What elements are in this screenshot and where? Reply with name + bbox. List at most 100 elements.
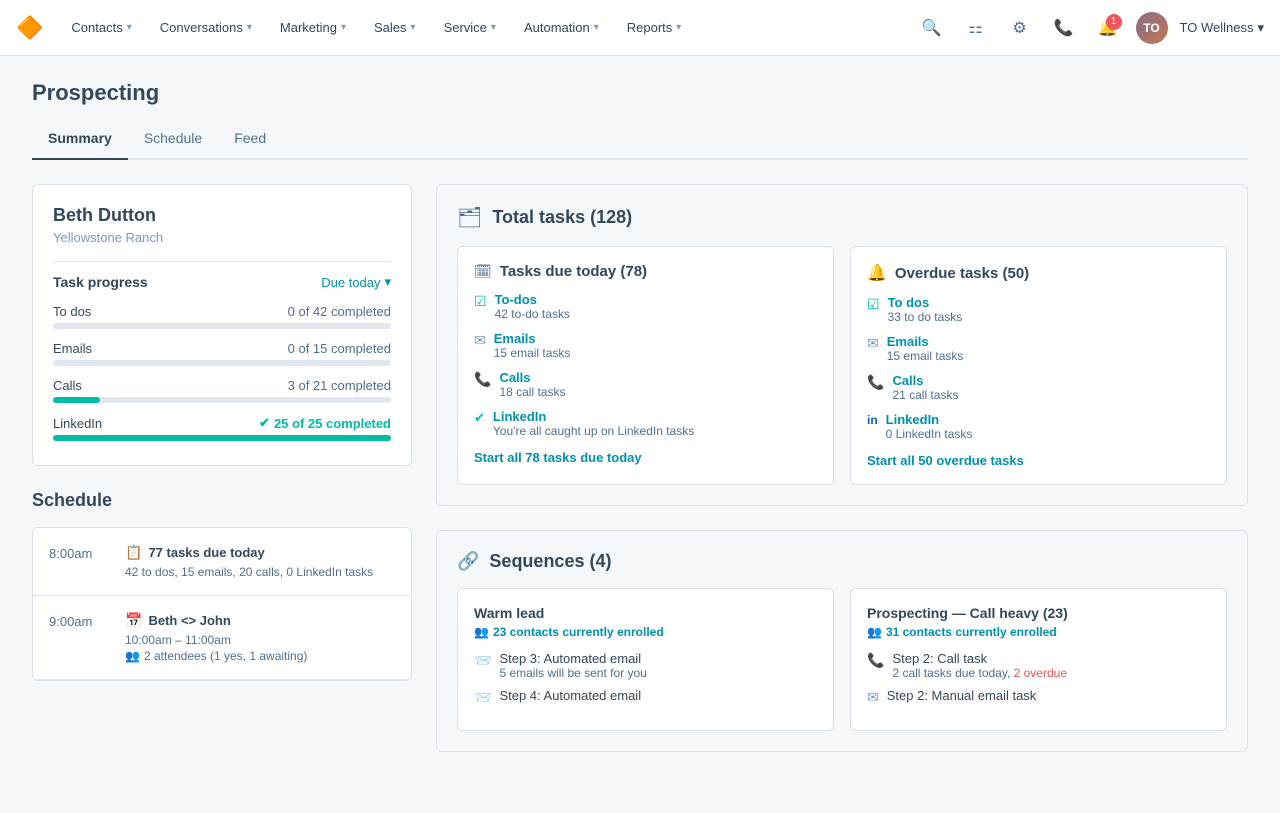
schedule-item-meeting: 9:00am 📅 Beth <> John 10:00am – 11:00am … [33,596,411,680]
tab-feed[interactable]: Feed [218,122,282,160]
schedule-event-desc-1: 42 to dos, 15 emails, 20 calls, 0 Linked… [125,565,395,579]
overdue-tasks-header: 🔔 Overdue tasks (50) [867,263,1210,283]
progress-linkedin: LinkedIn ✔ 25 of 25 completed [53,415,391,441]
seq-2-step-1: 📞 Step 2: Call task 2 call tasks due tod… [867,651,1210,680]
schedule-event-title-2: 📅 Beth <> John [125,612,395,629]
email-task-icon: ✉ [867,689,879,706]
overdue-tasks-card: 🔔 Overdue tasks (50) ☑ To dos 33 to do t… [850,246,1227,485]
hubspot-logo[interactable]: 🔶 [16,15,43,41]
nav-contacts[interactable]: Contacts ▾ [59,12,143,43]
contact-company: Yellowstone Ranch [53,230,391,245]
due-linkedin-count: You're all caught up on LinkedIn tasks [493,424,694,438]
chevron-down-icon: ▾ [127,22,132,33]
settings-button[interactable]: ⚙ [1004,12,1036,44]
linkedin-check-icon: ✔ [474,410,485,426]
progress-bar-calls-fill [53,397,100,403]
page-tabs: Summary Schedule Feed [32,122,1248,160]
due-linkedin-row: ✔ LinkedIn You're all caught up on Linke… [474,409,817,438]
due-todos-row: ☑ To-dos 42 to-do tasks [474,292,817,321]
chevron-down-icon: ▾ [1257,20,1264,36]
sequences-section: 🔗 Sequences (4) Warm lead 👥 23 contacts … [436,530,1248,752]
calls-button[interactable]: 📞 [1048,12,1080,44]
schedule-section: Schedule 8:00am 📋 77 tasks due today 42 … [32,490,412,681]
start-due-today-link[interactable]: Start all 78 tasks due today [474,450,817,465]
tasks-icon: 📋 [125,544,142,561]
tab-schedule[interactable]: Schedule [128,122,218,160]
email-icon: ✉ [474,332,486,349]
nav-automation[interactable]: Automation ▾ [512,12,611,43]
chevron-down-icon: ▾ [384,274,391,290]
checkbox-icon: ☑ [474,293,487,310]
progress-bar-calls-bg [53,397,391,403]
due-todos-link[interactable]: To-dos [495,292,570,307]
tasks-due-today-header: 🗓 Tasks due today (78) [474,263,817,280]
progress-todos: To dos 0 of 42 completed [53,304,391,329]
contact-card: Beth Dutton Yellowstone Ranch Task progr… [32,184,412,466]
nav-conversations[interactable]: Conversations ▾ [148,12,264,43]
task-progress-header: Task progress Due today ▾ [53,274,391,290]
sequence-call-heavy: Prospecting — Call heavy (23) 👥 31 conta… [850,588,1227,731]
due-linkedin-link[interactable]: LinkedIn [493,409,694,424]
schedule-content-1: 📋 77 tasks due today 42 to dos, 15 email… [125,544,395,579]
due-emails-count: 15 email tasks [494,346,571,360]
due-calls-count: 18 call tasks [499,385,565,399]
linkedin-overdue-icon: in [867,413,878,427]
progress-bar-todos-bg [53,323,391,329]
nav-service[interactable]: Service ▾ [432,12,508,43]
overdue-linkedin-link[interactable]: LinkedIn [886,412,973,427]
email-send-icon: 📨 [474,652,491,680]
chevron-down-icon: ▾ [491,22,496,33]
overdue-emails-count: 15 email tasks [887,349,964,363]
overdue-todos-count: 33 to do tasks [888,310,963,324]
due-today-filter[interactable]: Due today ▾ [321,274,391,290]
seq-2-enrolled: 👥 31 contacts currently enrolled [867,625,1210,639]
user-menu[interactable]: TO Wellness ▾ [1180,20,1264,36]
schedule-time-1: 8:00am [49,544,109,579]
checkbox-overdue-icon: ☑ [867,296,880,313]
page-content: Prospecting Summary Schedule Feed Beth D… [0,56,1280,800]
calendar-icon: 📅 [125,612,142,629]
seq-1-name: Warm lead [474,605,817,621]
schedule-event-attendees: 👥2 attendees (1 yes, 1 awaiting) [125,649,395,663]
chevron-down-icon: ▾ [676,22,681,33]
overdue-calls-row: 📞 Calls 21 call tasks [867,373,1210,402]
chevron-down-icon: ▾ [247,22,252,33]
contact-name: Beth Dutton [53,205,391,226]
schedule-title: Schedule [32,490,412,511]
due-calls-row: 📞 Calls 18 call tasks [474,370,817,399]
schedule-event-time-range: 10:00am – 11:00am [125,633,395,647]
start-overdue-link[interactable]: Start all 50 overdue tasks [867,453,1210,468]
overdue-emails-link[interactable]: Emails [887,334,964,349]
due-emails-link[interactable]: Emails [494,331,571,346]
tasks-section-icon: 🗂 [457,205,482,230]
sequences-grid: Warm lead 👥 23 contacts currently enroll… [457,588,1227,731]
nav-reports[interactable]: Reports ▾ [615,12,694,43]
total-tasks-title: Total tasks (128) [492,207,632,228]
overdue-todos-link[interactable]: To dos [888,295,963,310]
overdue-emails-row: ✉ Emails 15 email tasks [867,334,1210,363]
total-tasks-section: 🗂 Total tasks (128) 🗓 Tasks due today (7… [436,184,1248,506]
overdue-calls-link[interactable]: Calls [892,373,958,388]
schedule-time-2: 9:00am [49,612,109,663]
nav-sales[interactable]: Sales ▾ [362,12,428,43]
schedule-item-tasks: 8:00am 📋 77 tasks due today 42 to dos, 1… [33,528,411,596]
call-task-icon: 📞 [867,652,884,680]
search-button[interactable]: 🔍 [916,12,948,44]
progress-bar-linkedin-bg [53,435,391,441]
chevron-down-icon: ▾ [341,22,346,33]
marketplace-button[interactable]: ⚏ [960,12,992,44]
due-calls-link[interactable]: Calls [499,370,565,385]
schedule-card: 8:00am 📋 77 tasks due today 42 to dos, 1… [32,527,412,681]
user-avatar[interactable]: TO [1136,12,1168,44]
page-title: Prospecting [32,80,1248,106]
main-layout: Beth Dutton Yellowstone Ranch Task progr… [32,184,1248,776]
overdue-linkedin-row: in LinkedIn 0 LinkedIn tasks [867,412,1210,441]
nav-marketing[interactable]: Marketing ▾ [268,12,358,43]
overdue-linkedin-count: 0 LinkedIn tasks [886,427,973,441]
progress-bar-emails-bg [53,360,391,366]
seq-1-step-2: 📨 Step 4: Automated email [474,688,817,706]
notifications-button[interactable]: 🔔 1 [1092,12,1124,44]
tab-summary[interactable]: Summary [32,122,128,160]
check-icon: ✔ [259,415,270,431]
overdue-todos-row: ☑ To dos 33 to do tasks [867,295,1210,324]
